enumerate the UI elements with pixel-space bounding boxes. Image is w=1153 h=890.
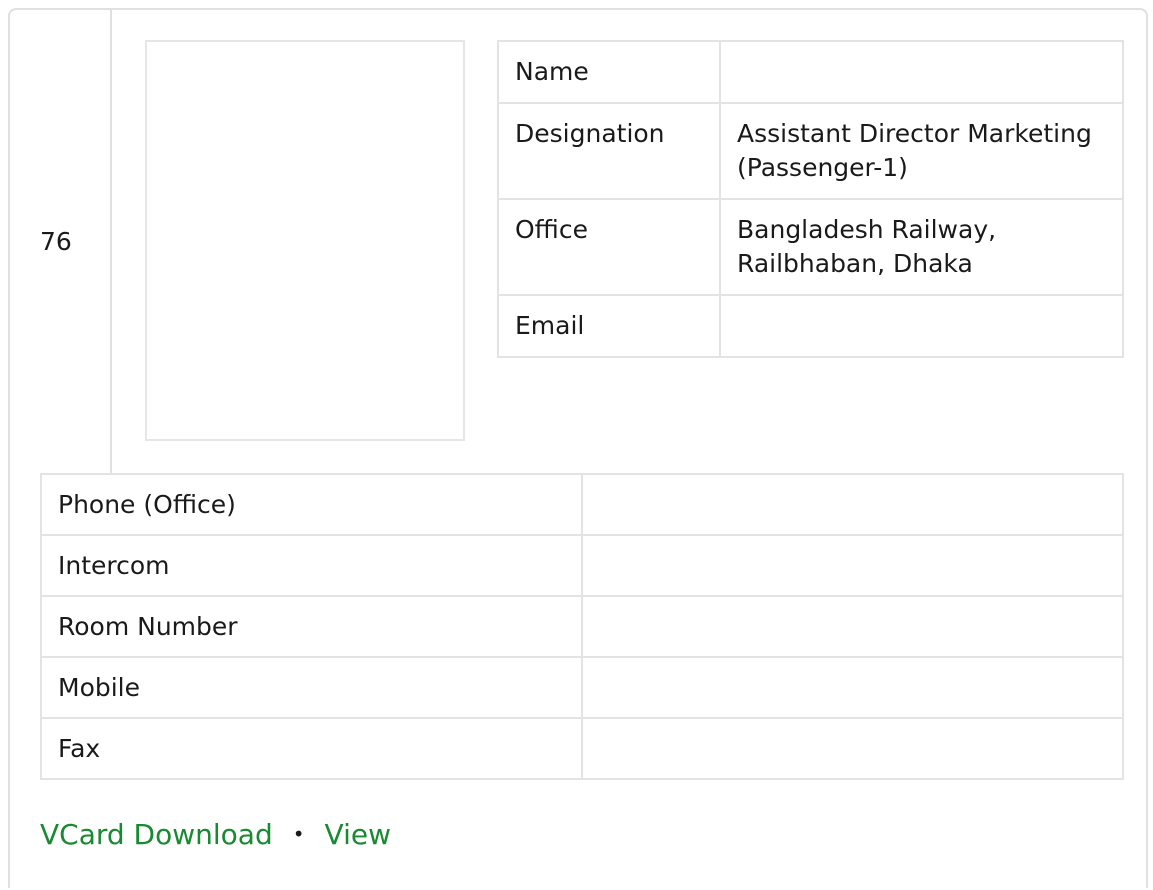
office-label: Office [497,198,721,296]
intercom-value [582,534,1124,597]
fax-label: Fax [40,717,583,780]
table-row: Office Bangladesh Railway, Railbhaban, D… [497,198,1124,296]
phone-office-value [582,473,1124,536]
card-links: VCard Download • View [40,816,391,853]
office-value: Bangladesh Railway, Railbhaban, Dhaka [719,198,1124,296]
link-separator: • [292,822,305,846]
email-value [719,294,1124,358]
phone-office-label: Phone (Office) [40,473,583,536]
name-value [719,40,1124,104]
officer-photo [145,40,465,441]
officer-info-table: Name Designation Assistant Director Mark… [497,40,1124,358]
row-number: 76 [40,227,72,256]
email-label: Email [497,294,721,358]
contact-table: Phone (Office) Intercom Room Number Mobi… [40,473,1124,780]
intercom-label: Intercom [40,534,583,597]
mobile-value [582,656,1124,719]
mobile-label: Mobile [40,656,583,719]
table-row: Intercom [40,534,1124,597]
table-row: Designation Assistant Director Marketing… [497,102,1124,200]
designation-value: Assistant Director Marketing (Passenger-… [719,102,1124,200]
table-row: Mobile [40,656,1124,719]
room-number-label: Room Number [40,595,583,658]
view-link[interactable]: View [325,818,391,851]
table-row: Name [497,40,1124,104]
table-row: Room Number [40,595,1124,658]
name-label: Name [497,40,721,104]
vcard-download-link[interactable]: VCard Download [40,818,273,851]
fax-value [582,717,1124,780]
column-divider [110,8,112,474]
table-row: Fax [40,717,1124,780]
room-number-value [582,595,1124,658]
designation-label: Designation [497,102,721,200]
table-row: Phone (Office) [40,473,1124,536]
table-row: Email [497,294,1124,358]
